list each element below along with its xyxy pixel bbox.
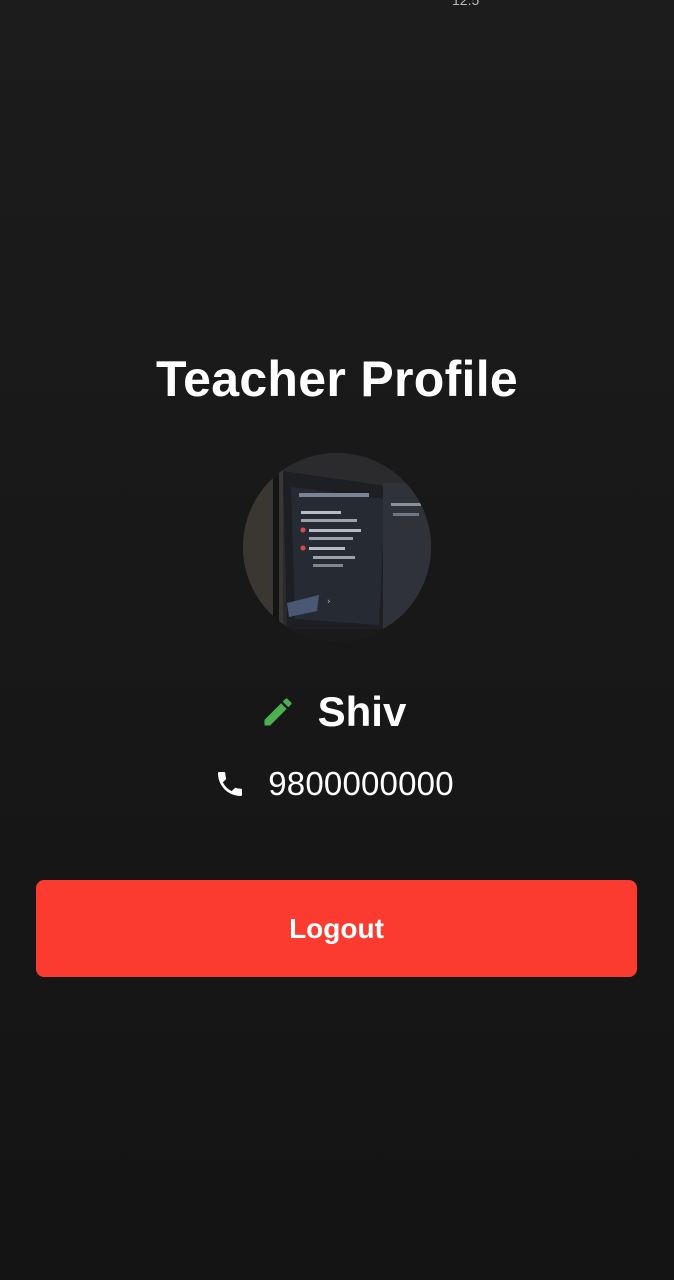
phone-number: 9800000000 [268,765,454,802]
phone-icon [218,772,243,796]
profile-screen: 12:5 Teacher Profile › Shiv 9800000000 L… [0,0,674,1280]
status-bar-clock: 12:5 [452,0,480,8]
pencil-icon[interactable] [260,694,296,730]
phone-row: 9800000000 [0,762,674,806]
logout-button[interactable]: Logout [36,880,637,977]
svg-text:›: › [327,597,331,607]
teacher-name: Shiv [317,688,407,735]
avatar-photo: › [243,453,431,641]
name-row: Shiv [0,686,674,738]
page-title: Teacher Profile [155,351,519,407]
avatar: › [243,453,431,641]
